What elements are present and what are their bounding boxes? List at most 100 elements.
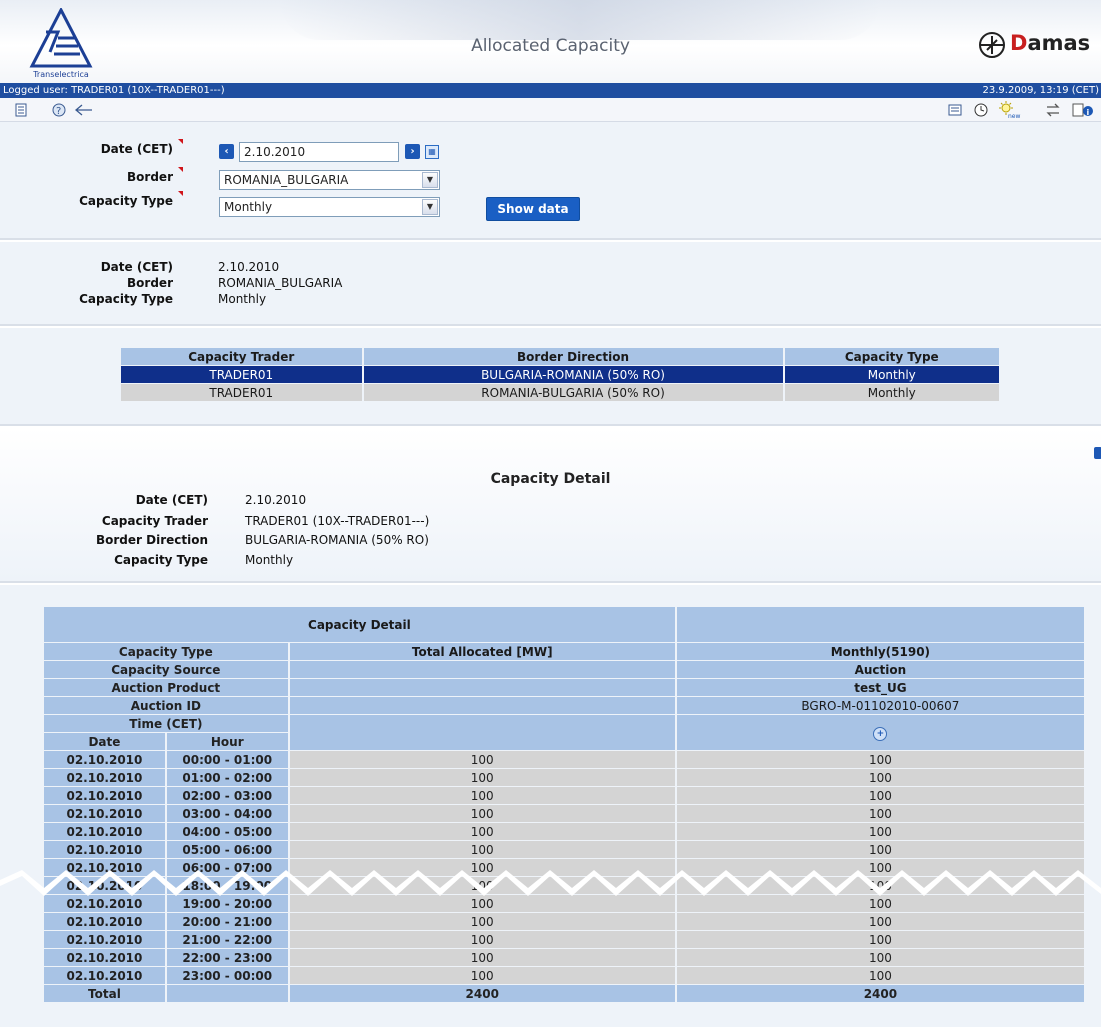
table-cell: 100: [289, 949, 675, 966]
detail-type-label: Capacity Type: [114, 553, 208, 567]
page-title: Allocated Capacity: [471, 36, 630, 56]
table-row: 02.10.2010 22:00 - 23:00 100 100: [44, 949, 1084, 966]
capacity-type-select[interactable]: Monthly ▼: [219, 197, 440, 217]
app-header: Transelectrica Allocated Capacity Damas: [0, 0, 1101, 83]
user-bar: Logged user: TRADER01 (10X--TRADER01---)…: [0, 83, 1101, 98]
empty-header: [676, 607, 1084, 642]
list-icon[interactable]: [946, 101, 964, 119]
detail-direction-value: BULGARIA-ROMANIA (50% RO): [245, 533, 429, 547]
row-label: 23:00 - 00:00: [166, 967, 288, 984]
table-cell: Monthly: [784, 384, 999, 401]
capacity-detail-header: Capacity Detail: [44, 607, 675, 642]
table-row: 02.10.2010 21:00 - 22:00 100 100: [44, 931, 1084, 948]
table-row: 02.10.2010 20:00 - 21:00 100 100: [44, 913, 1084, 930]
summary-border-label: Border: [127, 276, 173, 290]
row-label: Capacity Source: [44, 661, 288, 678]
brand-name: Damas: [1010, 31, 1091, 55]
row-label: 02.10.2010: [44, 967, 165, 984]
screenshot-cut-marker: [0, 870, 1101, 896]
column-header: Total Allocated [MW]: [289, 643, 675, 660]
table-cell: Monthly: [784, 366, 999, 383]
collapse-button[interactable]: [1094, 447, 1101, 459]
summary-type-label: Capacity Type: [79, 292, 173, 306]
back-arrow-icon[interactable]: [75, 101, 93, 119]
zoom-icon[interactable]: +: [873, 726, 888, 741]
table-cell: [289, 679, 675, 696]
traders-table: Capacity Trader Border Direction Capacit…: [119, 347, 1001, 402]
row-label: 00:00 - 01:00: [166, 751, 288, 768]
table-cell: 100: [289, 823, 675, 840]
detail-direction-label: Border Direction: [95, 533, 208, 547]
header-swoosh: [280, 0, 880, 40]
table-cell: TRADER01: [121, 384, 362, 401]
table-cell: 100: [676, 787, 1084, 804]
transfer-icon[interactable]: [1044, 101, 1062, 119]
calendar-icon[interactable]: ▦: [425, 145, 439, 159]
svg-text:i: i: [1087, 108, 1090, 117]
table-row: 02.10.2010 23:00 - 00:00 100 100: [44, 967, 1084, 984]
table-row: Auction Product test_UG: [44, 679, 1084, 696]
show-data-button[interactable]: Show data: [486, 197, 580, 221]
table-cell: 100: [289, 805, 675, 822]
column-header: Monthly(5190): [676, 643, 1084, 660]
row-label: Auction ID: [44, 697, 288, 714]
current-datetime: 23.9.2009, 13:19 (CET): [982, 85, 1099, 96]
row-label: Capacity Type: [44, 643, 288, 660]
table-cell: Auction: [676, 661, 1084, 678]
row-label: 02.10.2010: [44, 805, 165, 822]
row-label: 02.10.2010: [44, 769, 165, 786]
prev-date-button[interactable]: ‹: [219, 144, 234, 159]
svg-text:new: new: [1008, 113, 1020, 119]
row-label: 02.10.2010: [44, 841, 165, 858]
table-cell: 100: [289, 769, 675, 786]
table-cell: [289, 661, 675, 678]
required-marker: [178, 191, 183, 196]
table-row: 02.10.2010 02:00 - 03:00 100 100: [44, 787, 1084, 804]
border-label: Border: [127, 170, 173, 184]
capacity-detail-title: Capacity Detail: [490, 471, 611, 487]
total-row: Total 2400 2400: [44, 985, 1084, 1002]
svg-text:?: ?: [56, 106, 61, 117]
table-cell: 100: [676, 751, 1084, 768]
info-doc-icon[interactable]: i: [1072, 101, 1094, 119]
table-row[interactable]: TRADER01 ROMANIA-BULGARIA (50% RO) Month…: [121, 384, 999, 401]
row-label: 04:00 - 05:00: [166, 823, 288, 840]
column-header: Date: [44, 733, 165, 750]
document-icon[interactable]: [12, 101, 30, 119]
table-cell: BULGARIA-ROMANIA (50% RO): [363, 366, 783, 383]
damas-logo-mark: [979, 32, 1005, 58]
table-row: Capacity Source Auction: [44, 661, 1084, 678]
table-row-selected[interactable]: TRADER01 BULGARIA-ROMANIA (50% RO) Month…: [121, 366, 999, 383]
capacity-type-select-value: Monthly: [224, 200, 273, 214]
border-select[interactable]: ROMANIA_BULGARIA ▼: [219, 170, 440, 190]
date-input[interactable]: 2.10.2010: [239, 142, 399, 162]
summary-border-value: ROMANIA_BULGARIA: [218, 276, 343, 290]
column-header: Border Direction: [363, 348, 783, 365]
clock-icon[interactable]: [972, 101, 990, 119]
chevron-down-icon[interactable]: ▼: [422, 199, 438, 215]
table-cell: 100: [676, 967, 1084, 984]
logged-user: Logged user: TRADER01 (10X--TRADER01---): [3, 85, 225, 96]
row-label: 02.10.2010: [44, 913, 165, 930]
damas-logo: Damas: [977, 30, 1092, 60]
table-cell: 100: [676, 841, 1084, 858]
table-cell: BGRO-M-01102010-00607: [676, 697, 1084, 714]
required-marker: [178, 167, 183, 172]
table-header-row: Capacity Detail: [44, 607, 1084, 642]
next-date-button[interactable]: ›: [405, 144, 420, 159]
new-sun-icon[interactable]: new: [996, 101, 1024, 119]
help-icon[interactable]: ?: [50, 101, 68, 119]
table-cell: [289, 715, 675, 750]
table-cell: 100: [289, 787, 675, 804]
row-label: 02.10.2010: [44, 823, 165, 840]
table-row: 02.10.2010 00:00 - 01:00 100 100: [44, 751, 1084, 768]
filter-panel: Date (CET) ‹ 2.10.2010 › ▦ Border ROMANI…: [0, 122, 1101, 240]
chevron-down-icon[interactable]: ▼: [422, 172, 438, 188]
row-label: Auction Product: [44, 679, 288, 696]
summary-date-label: Date (CET): [100, 260, 173, 274]
detail-type-value: Monthly: [245, 553, 294, 567]
summary-type-value: Monthly: [218, 292, 267, 306]
border-select-value: ROMANIA_BULGARIA: [224, 173, 349, 187]
row-label: 02.10.2010: [44, 751, 165, 768]
detail-date-value: 2.10.2010: [245, 493, 307, 507]
